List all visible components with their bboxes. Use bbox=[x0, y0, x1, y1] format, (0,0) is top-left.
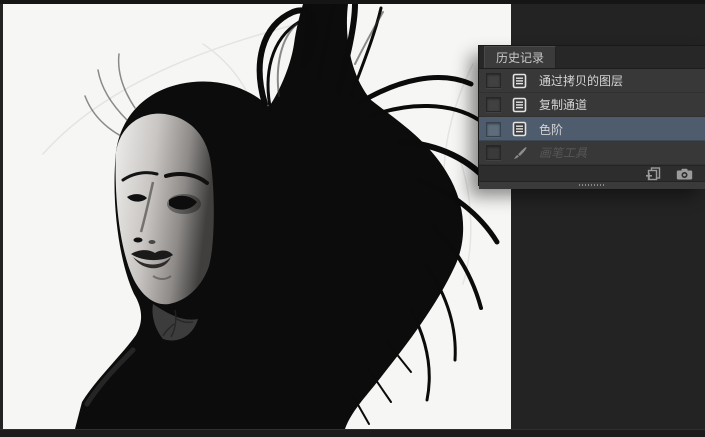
history-item-brush-tool[interactable]: 画笔工具 bbox=[479, 141, 705, 165]
new-document-from-state-button[interactable] bbox=[644, 166, 662, 181]
new-document-from-state-icon bbox=[645, 166, 660, 180]
history-state-document-icon bbox=[511, 96, 528, 113]
set-history-source-checkbox[interactable] bbox=[486, 97, 501, 112]
history-state-document-icon bbox=[511, 72, 528, 89]
set-history-source-checkbox[interactable] bbox=[486, 121, 501, 137]
photoshop-workspace: 历史记录 通过拷贝的图层 复制通道 色阶 画笔工具 bbox=[0, 0, 705, 437]
portrait-image bbox=[42, 4, 500, 429]
history-item-label: 复制通道 bbox=[539, 98, 588, 112]
set-history-source-checkbox[interactable] bbox=[486, 145, 501, 160]
bottom-chrome-strip bbox=[0, 429, 705, 437]
brush-icon bbox=[511, 144, 528, 161]
history-item-layer-via-copy[interactable]: 通过拷贝的图层 bbox=[479, 69, 705, 93]
grip-dots-icon bbox=[579, 184, 605, 186]
history-item-label: 画笔工具 bbox=[539, 146, 588, 160]
panel-resize-grip[interactable] bbox=[479, 181, 705, 189]
history-item-label: 通过拷贝的图层 bbox=[539, 74, 624, 88]
history-item-label: 色阶 bbox=[539, 122, 564, 137]
history-item-levels[interactable]: 色阶 bbox=[479, 117, 705, 141]
history-item-duplicate-channel[interactable]: 复制通道 bbox=[479, 93, 705, 117]
document-canvas[interactable] bbox=[3, 4, 511, 429]
history-list: 通过拷贝的图层 复制通道 色阶 画笔工具 bbox=[479, 69, 705, 165]
new-snapshot-button[interactable] bbox=[675, 167, 693, 181]
history-panel: 历史记录 通过拷贝的图层 复制通道 色阶 画笔工具 bbox=[478, 45, 705, 189]
set-history-source-checkbox[interactable] bbox=[486, 73, 501, 88]
history-panel-footer bbox=[479, 165, 705, 181]
history-state-document-icon bbox=[511, 121, 528, 138]
camera-icon bbox=[676, 168, 692, 179]
history-panel-tabbar: 历史记录 bbox=[479, 46, 705, 69]
tab-history[interactable]: 历史记录 bbox=[484, 46, 557, 68]
